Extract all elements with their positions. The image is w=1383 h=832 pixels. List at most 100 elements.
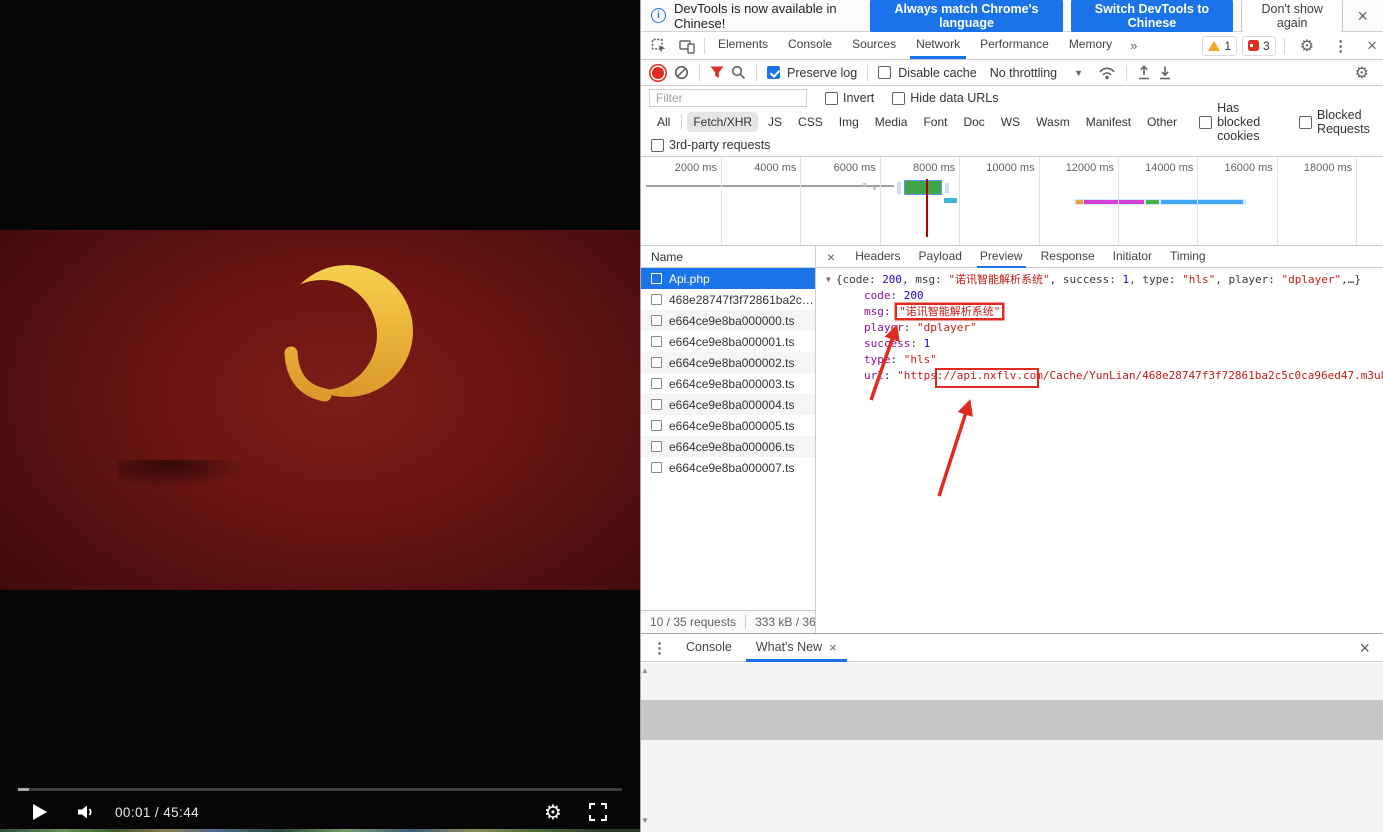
device-toolbar-icon[interactable] <box>673 38 701 54</box>
row-checkbox[interactable] <box>651 357 662 368</box>
kebab-menu-icon[interactable]: ⋮ <box>1326 37 1355 55</box>
json-property-row[interactable]: msg: "诺讯智能解析系统" <box>826 304 1383 320</box>
scrollbar-thumb[interactable] <box>641 700 1383 740</box>
third-party-row: 3rd-party requests <box>641 134 1383 157</box>
export-har-icon[interactable] <box>1158 65 1172 80</box>
tab-timing[interactable]: Timing <box>1161 246 1215 268</box>
play-button[interactable] <box>33 804 47 820</box>
more-tabs-button[interactable]: » <box>1122 38 1143 53</box>
row-checkbox[interactable] <box>651 420 662 431</box>
network-settings-gear-icon[interactable]: ⚙ <box>1348 63 1376 83</box>
tab-payload[interactable]: Payload <box>910 246 971 268</box>
table-row[interactable]: e664ce9e8ba000005.ts <box>641 415 815 436</box>
blocked-requests-checkbox[interactable] <box>1299 116 1312 129</box>
video-settings-icon[interactable]: ⚙ <box>544 800 562 825</box>
row-checkbox[interactable] <box>651 294 662 305</box>
details-close-icon[interactable]: × <box>816 249 846 265</box>
throttling-select[interactable]: No throttling <box>990 66 1057 80</box>
json-summary-line[interactable]: ▼{code: 200, msg: "诺讯智能解析系统", success: 1… <box>826 272 1383 288</box>
row-checkbox[interactable] <box>651 399 662 410</box>
row-checkbox[interactable] <box>651 378 662 389</box>
tab-initiator[interactable]: Initiator <box>1104 246 1161 268</box>
fullscreen-icon[interactable] <box>589 803 607 821</box>
tab-headers[interactable]: Headers <box>846 246 909 268</box>
tab-preview[interactable]: Preview <box>971 246 1032 268</box>
notification-close-icon[interactable]: × <box>1351 7 1374 25</box>
drawer-scrollbar[interactable] <box>641 663 1383 832</box>
json-property-row[interactable]: player: "dplayer" <box>826 320 1383 336</box>
type-filter-img[interactable]: Img <box>833 112 865 132</box>
type-filter-all[interactable]: All <box>651 112 676 132</box>
json-property-row[interactable]: url: "https://api.nxflv.com/Cache/YunLia… <box>826 368 1383 384</box>
filter-input[interactable] <box>649 89 807 107</box>
network-overview-timeline[interactable]: 2000 ms4000 ms6000 ms8000 ms10000 ms1200… <box>641 157 1383 246</box>
tab-response[interactable]: Response <box>1032 246 1104 268</box>
disclosure-triangle-icon[interactable]: ▼ <box>826 275 831 284</box>
tab-close-icon[interactable]: × <box>829 634 837 661</box>
drawer-kebab-menu-icon[interactable]: ⋮ <box>645 639 674 657</box>
devtools-close-icon[interactable]: × <box>1360 36 1383 56</box>
drawer-close-icon[interactable]: × <box>1353 639 1383 657</box>
row-checkbox[interactable] <box>651 273 662 284</box>
record-button[interactable] <box>652 67 664 79</box>
dont-show-again-button[interactable]: Don't show again <box>1241 0 1344 34</box>
disable-cache-checkbox[interactable] <box>878 66 891 79</box>
warnings-badge[interactable]: 1 <box>1202 36 1237 56</box>
chevron-down-icon[interactable]: ▼ <box>1074 68 1083 78</box>
tab-memory[interactable]: Memory <box>1059 32 1122 59</box>
table-row[interactable]: 468e28747f3f72861ba2c5… <box>641 289 815 310</box>
preserve-log-checkbox[interactable] <box>767 66 780 79</box>
has-blocked-cookies-checkbox[interactable] <box>1199 116 1212 129</box>
inspect-element-icon[interactable] <box>645 38 673 54</box>
settings-gear-icon[interactable]: ⚙ <box>1293 36 1321 56</box>
errors-badge[interactable]: 3 <box>1242 36 1276 56</box>
tab-sources[interactable]: Sources <box>842 32 906 59</box>
tab-console[interactable]: Console <box>778 32 842 59</box>
table-row[interactable]: e664ce9e8ba000000.ts <box>641 310 815 331</box>
row-checkbox[interactable] <box>651 462 662 473</box>
column-header-name[interactable]: Name <box>641 246 815 268</box>
type-filter-doc[interactable]: Doc <box>957 112 990 132</box>
type-filter-wasm[interactable]: Wasm <box>1030 112 1076 132</box>
type-filter-js[interactable]: JS <box>762 112 788 132</box>
type-filter-media[interactable]: Media <box>869 112 914 132</box>
type-filter-other[interactable]: Other <box>1141 112 1183 132</box>
row-checkbox[interactable] <box>651 336 662 347</box>
clear-icon[interactable] <box>674 65 689 80</box>
type-filter-font[interactable]: Font <box>917 112 953 132</box>
table-row[interactable]: e664ce9e8ba000007.ts <box>641 457 815 478</box>
match-language-button[interactable]: Always match Chrome's language <box>870 0 1063 34</box>
tab-network[interactable]: Network <box>906 32 970 59</box>
json-property-row[interactable]: success: 1 <box>826 336 1383 352</box>
json-property-row[interactable]: type: "hls" <box>826 352 1383 368</box>
type-filter-fetch-xhr[interactable]: Fetch/XHR <box>687 112 758 132</box>
scrollbar-up-icon[interactable]: ▲ <box>641 666 1383 675</box>
tab-elements[interactable]: Elements <box>708 32 778 59</box>
search-icon[interactable] <box>731 65 746 80</box>
scrollbar-down-icon[interactable]: ▼ <box>641 816 1383 825</box>
table-row[interactable]: Api.php <box>641 268 815 289</box>
network-conditions-icon[interactable] <box>1098 65 1116 80</box>
filter-icon[interactable] <box>710 66 724 79</box>
row-checkbox[interactable] <box>651 441 662 452</box>
third-party-checkbox[interactable] <box>651 139 664 152</box>
drawer-tab-whats-new[interactable]: What's New × <box>744 634 849 662</box>
table-row[interactable]: e664ce9e8ba000001.ts <box>641 331 815 352</box>
type-filter-ws[interactable]: WS <box>995 112 1026 132</box>
drawer-tab-console[interactable]: Console <box>674 634 744 662</box>
table-row[interactable]: e664ce9e8ba000003.ts <box>641 373 815 394</box>
switch-to-chinese-button[interactable]: Switch DevTools to Chinese <box>1071 0 1233 34</box>
hide-data-urls-checkbox[interactable] <box>892 92 905 105</box>
json-property-row[interactable]: code: 200 <box>826 288 1383 304</box>
type-filter-manifest[interactable]: Manifest <box>1080 112 1137 132</box>
table-row[interactable]: e664ce9e8ba000004.ts <box>641 394 815 415</box>
video-progress-bar[interactable] <box>18 788 622 791</box>
table-row[interactable]: e664ce9e8ba000002.ts <box>641 352 815 373</box>
table-row[interactable]: e664ce9e8ba000006.ts <box>641 436 815 457</box>
tab-performance[interactable]: Performance <box>970 32 1059 59</box>
row-checkbox[interactable] <box>651 315 662 326</box>
type-filter-css[interactable]: CSS <box>792 112 829 132</box>
import-har-icon[interactable] <box>1137 65 1151 80</box>
volume-icon[interactable] <box>76 803 98 821</box>
invert-checkbox[interactable] <box>825 92 838 105</box>
